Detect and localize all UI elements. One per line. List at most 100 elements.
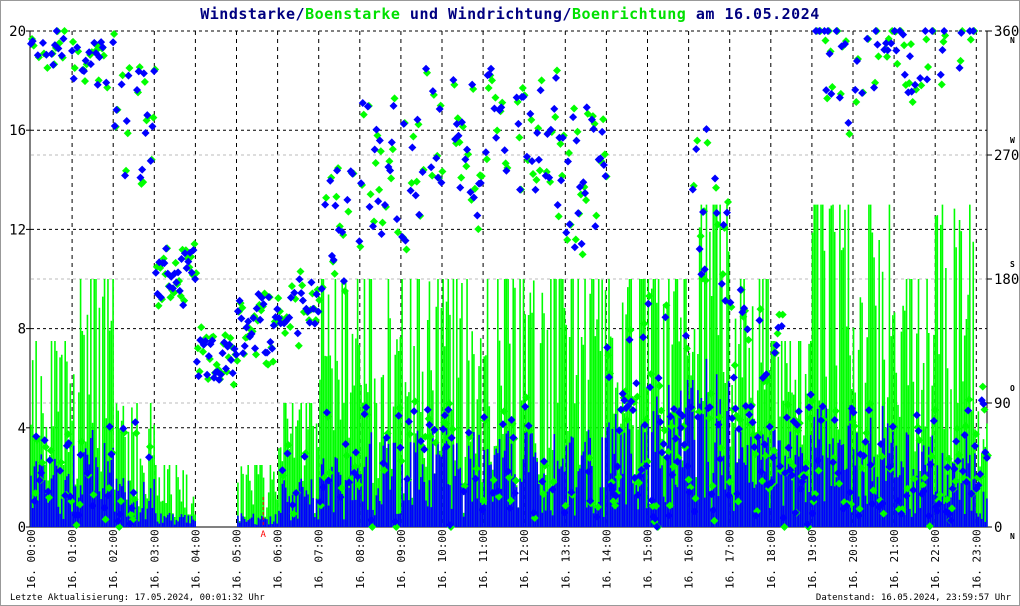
gust-direction-point bbox=[371, 159, 380, 168]
compass-label: N bbox=[1010, 532, 1015, 541]
wind-direction-point bbox=[577, 239, 586, 248]
gust-direction-point bbox=[482, 155, 491, 164]
x-tick-label: 16. 07:00 bbox=[313, 529, 326, 589]
x-tick-label: 16. 06:00 bbox=[272, 529, 285, 589]
wind-direction-point bbox=[921, 27, 930, 35]
wind-direction-point bbox=[570, 243, 579, 252]
x-tick-label: 16. 04:00 bbox=[189, 529, 202, 589]
gust-direction-point bbox=[229, 380, 238, 389]
gust-direction-point bbox=[978, 382, 987, 391]
gust-direction-point bbox=[171, 258, 180, 267]
wind-direction-point bbox=[38, 38, 47, 47]
wind-direction-point bbox=[456, 183, 465, 192]
x-tick-label: 16. 10:00 bbox=[436, 529, 449, 589]
wind-direction-point bbox=[582, 103, 591, 112]
compass-label: N bbox=[1010, 36, 1015, 45]
wind-direction-point bbox=[251, 344, 260, 353]
wind-direction-point bbox=[392, 215, 401, 224]
wind-direction-point bbox=[343, 195, 352, 204]
y-right-tick-label: 180 bbox=[994, 272, 1019, 288]
gust-direction-point bbox=[939, 37, 948, 46]
gust-direction-point bbox=[924, 63, 933, 72]
gust-direction-point bbox=[81, 77, 90, 86]
gust-direction-point bbox=[821, 36, 830, 45]
wind-direction-point bbox=[938, 46, 947, 55]
wind-direction-point bbox=[526, 109, 535, 118]
gust-direction-point bbox=[723, 197, 732, 206]
wind-direction-point bbox=[218, 349, 227, 358]
gust-direction-point bbox=[922, 35, 931, 44]
wind-direction-point bbox=[955, 63, 964, 72]
wind-direction-point bbox=[692, 145, 701, 154]
last-update: Letzte Aktualisierung: 17.05.2024, 00:01… bbox=[10, 593, 265, 603]
gust-direction-point bbox=[359, 110, 368, 119]
gust-direction-point bbox=[592, 211, 601, 220]
wind-direction-point bbox=[936, 70, 945, 79]
gust-direction-point bbox=[375, 185, 384, 194]
gust-direction-point bbox=[462, 162, 471, 171]
wind-direction-point bbox=[858, 89, 867, 98]
gust-direction-point bbox=[571, 235, 580, 244]
wind-direction-point bbox=[138, 165, 147, 174]
gust-direction-point bbox=[274, 294, 283, 303]
wind-direction-point bbox=[565, 220, 574, 229]
wind-direction-point bbox=[905, 52, 914, 61]
wind-direction-point bbox=[112, 105, 121, 114]
wind-direction-point bbox=[729, 373, 738, 382]
gust-direction-point bbox=[563, 235, 572, 244]
data-timestamp: Datenstand: 16.05.2024, 23:59:57 Uhr bbox=[815, 593, 1011, 603]
gust-direction-point bbox=[552, 66, 561, 75]
y-right-tick-label: 270 bbox=[994, 148, 1019, 164]
x-tick-label: 16. 12:00 bbox=[518, 529, 531, 589]
x-tick-label: 16. 16:00 bbox=[683, 529, 696, 589]
gust-direction-point bbox=[322, 193, 331, 202]
wind-direction-point bbox=[374, 197, 383, 206]
wind-direction-point bbox=[406, 186, 415, 195]
gust-direction-point bbox=[154, 301, 163, 310]
x-tick-label: 16. 19:00 bbox=[806, 529, 819, 589]
gust-direction-point bbox=[956, 56, 965, 65]
x-tick-label: 16. 00:00 bbox=[25, 529, 38, 589]
wind-direction-point bbox=[52, 27, 61, 35]
x-tick-label: 16. 15:00 bbox=[642, 529, 655, 589]
wind-direction-point bbox=[563, 157, 572, 166]
gust-direction-point bbox=[388, 145, 397, 154]
compass-label: O bbox=[1010, 384, 1015, 393]
gust-direction-point bbox=[409, 132, 418, 141]
gust-direction-point bbox=[287, 282, 296, 291]
y-left-tick-label: 0 bbox=[18, 520, 26, 536]
wind-direction-point bbox=[365, 202, 374, 211]
x-tick-label: 16. 13:00 bbox=[559, 529, 572, 589]
wind-direction-point bbox=[717, 279, 726, 288]
wind-direction-point bbox=[598, 127, 607, 136]
x-tick-label: 16. 05:00 bbox=[231, 529, 244, 589]
gust-direction-point bbox=[69, 37, 78, 46]
gust-direction-point bbox=[197, 323, 206, 332]
gust-direction-point bbox=[578, 250, 587, 259]
compass-label: W bbox=[1010, 136, 1015, 145]
wind-direction-point bbox=[377, 229, 386, 238]
wind-direction-point bbox=[298, 296, 307, 305]
y-left-tick-label: 12 bbox=[9, 222, 26, 238]
gust-direction-point bbox=[233, 356, 242, 365]
wind-direction-point bbox=[562, 228, 571, 237]
gust-direction-point bbox=[518, 83, 527, 92]
wind-direction-point bbox=[695, 244, 704, 253]
wind-direction-point bbox=[411, 191, 420, 200]
gust-direction-point bbox=[906, 40, 915, 49]
x-tick-label: 16. 09:00 bbox=[395, 529, 408, 589]
y-left-tick-label: 4 bbox=[18, 421, 26, 437]
gust-direction-point bbox=[703, 138, 712, 147]
wind-direction-point bbox=[492, 133, 501, 142]
gust-direction-point bbox=[390, 94, 399, 103]
gust-direction-point bbox=[966, 35, 975, 44]
wind-direction-point bbox=[871, 27, 880, 35]
x-tick-label: 16. 14:00 bbox=[600, 529, 613, 589]
gust-direction-point bbox=[693, 136, 702, 145]
gust-direction-point bbox=[387, 174, 396, 183]
wind-direction-point bbox=[900, 70, 909, 79]
wind-direction-point bbox=[844, 118, 853, 127]
gust-direction-point bbox=[474, 225, 483, 234]
gust-direction-point bbox=[908, 98, 917, 107]
wind-direction-point bbox=[339, 277, 348, 286]
